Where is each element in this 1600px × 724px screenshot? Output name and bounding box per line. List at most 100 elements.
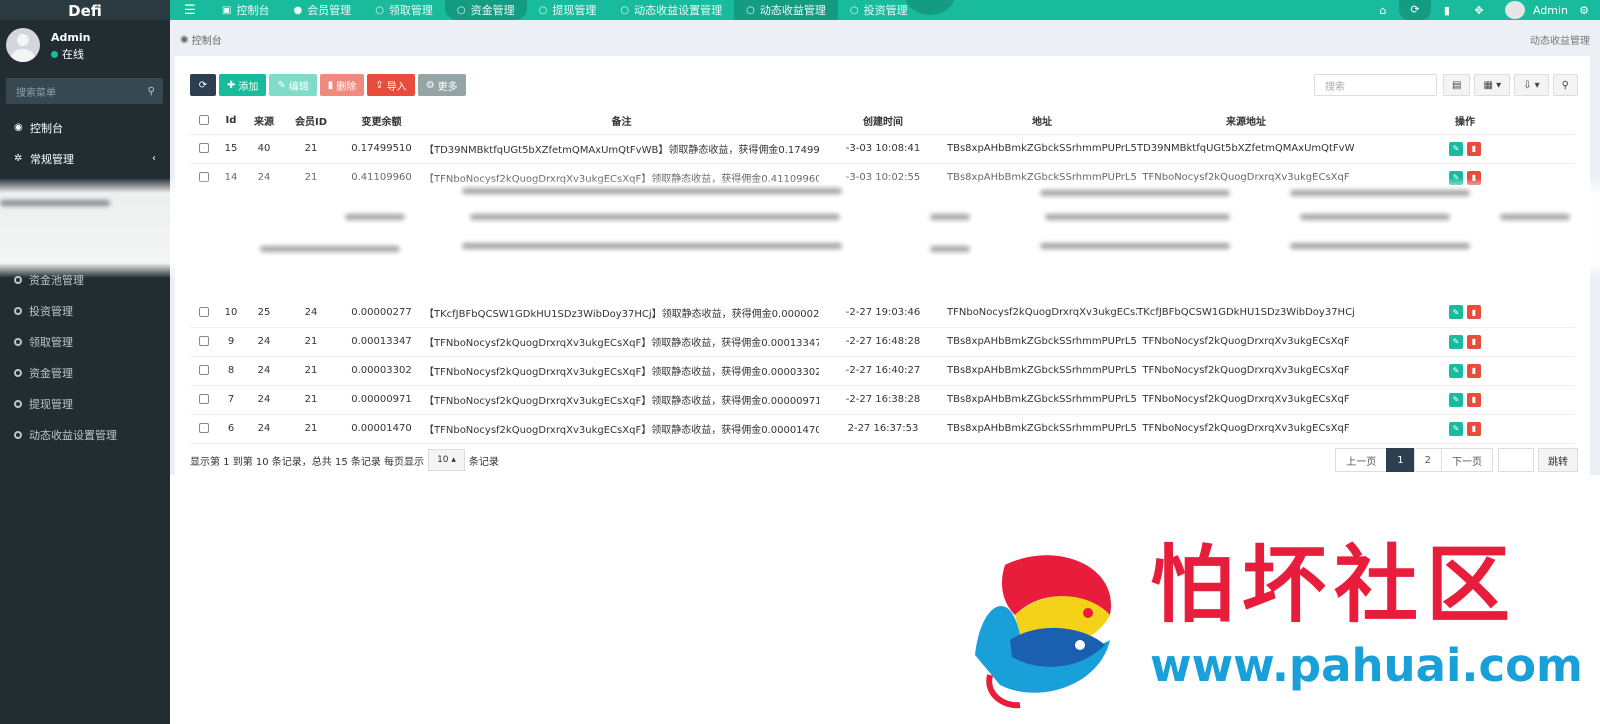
delete-row-button[interactable]: ▮ <box>1467 305 1481 320</box>
topbar-tools: ⌂ ⟳ ▮ ✥ Admin ⚙ <box>1367 0 1600 20</box>
blur-smear <box>1045 214 1230 220</box>
gear-icon[interactable]: ⚙ <box>1568 4 1600 17</box>
toggle-view-button[interactable]: ▤ <box>1442 74 1471 96</box>
circle-icon <box>14 368 22 377</box>
brand-logo[interactable]: Defi <box>0 0 170 20</box>
edit-row-button[interactable]: ✎ <box>1449 141 1463 156</box>
sidebar-item-dashboard[interactable]: ◉ 控制台 <box>0 112 170 143</box>
delete-row-button[interactable]: ▮ <box>1467 363 1481 378</box>
circle-icon: ○ <box>620 4 630 16</box>
delete-row-button[interactable]: ▮ <box>1467 334 1481 349</box>
edit-row-button[interactable]: ✎ <box>1449 363 1463 378</box>
sidebar-item-withdraw[interactable]: 提现管理 <box>0 388 170 419</box>
edit-row-button[interactable]: ✎ <box>1449 305 1463 320</box>
jump-page-input[interactable] <box>1498 448 1534 472</box>
col-source[interactable]: 来源 <box>245 108 283 135</box>
col-amount[interactable]: 变更余额 <box>339 108 424 135</box>
advanced-search-button[interactable]: ⚲ <box>1552 74 1578 96</box>
topnav-dynamic-income[interactable]: ○ 动态收益管理 <box>734 0 838 20</box>
row-checkbox[interactable] <box>198 394 209 404</box>
page-1-button[interactable]: 1 <box>1386 448 1415 472</box>
delete-row-button[interactable]: ▮ <box>1467 392 1481 407</box>
search-input[interactable]: 搜索 <box>1313 74 1437 96</box>
edit-row-button[interactable]: ✎ <box>1449 421 1463 436</box>
row-checkbox[interactable] <box>198 365 209 375</box>
col-created[interactable]: 创建时间 <box>819 108 947 135</box>
page-2-button[interactable]: 2 <box>1413 448 1442 472</box>
avatar[interactable] <box>1504 1 1525 19</box>
export-icon: ⇩ ▾ <box>1523 79 1540 91</box>
prev-page-button[interactable]: 上一页 <box>1335 448 1388 472</box>
col-note[interactable]: 备注 <box>424 108 819 135</box>
topnav-funds[interactable]: ○ 资金管理 <box>444 0 527 20</box>
more-button[interactable]: ⚙ 更多 <box>417 74 466 96</box>
blur-smear <box>470 214 840 220</box>
trash-icon[interactable]: ▮ <box>1431 4 1463 17</box>
edit-row-button[interactable]: ✎ <box>1449 392 1463 407</box>
sidebar-item-general[interactable]: ✲ 常规管理 ‹ <box>0 143 170 174</box>
refresh-icon[interactable]: ⟳ <box>1398 0 1431 20</box>
col-id[interactable]: Id <box>217 108 245 135</box>
refresh-icon: ⟳ <box>198 79 208 91</box>
admin-name[interactable]: Admin <box>1533 4 1568 17</box>
topnav-members[interactable]: ● 会员管理 <box>281 0 363 20</box>
row-checkbox[interactable] <box>198 143 209 153</box>
col-address[interactable]: 地址 <box>947 108 1137 135</box>
dashboard-icon: ◉ <box>180 33 189 45</box>
circle-icon <box>14 430 22 439</box>
add-button[interactable]: ✚ 添加 <box>219 74 267 96</box>
cogs-icon: ✲ <box>14 153 23 164</box>
edit-button[interactable]: ✎ 编辑 <box>269 74 317 96</box>
topnav-withdraw[interactable]: ○ 提现管理 <box>527 0 609 20</box>
row-checkbox[interactable] <box>198 423 209 433</box>
import-button[interactable]: ⇪ 导入 <box>367 74 415 96</box>
col-source-address[interactable]: 来源地址 <box>1137 108 1355 135</box>
edit-row-button[interactable]: ✎ <box>1449 334 1463 349</box>
page-size-select[interactable]: 10 ▴ <box>428 449 465 471</box>
user-name: Admin <box>51 31 91 44</box>
breadcrumb: ◉ 控制台 动态收益管理 <box>170 20 1600 58</box>
row-checkbox[interactable] <box>198 336 209 346</box>
sidebar-item-dynamic-settings[interactable]: 动态收益设置管理 <box>0 419 170 450</box>
row-checkbox[interactable] <box>198 306 209 317</box>
table-tools: 搜索 ▤ ▦ ▾ ⇩ ▾ ⚲ <box>1313 74 1578 96</box>
export-button[interactable]: ⇩ ▾ <box>1514 74 1549 96</box>
watermark-logo <box>975 555 1112 709</box>
delete-row-button[interactable]: ▮ <box>1467 141 1481 156</box>
columns-icon: ▦ ▾ <box>1483 79 1502 91</box>
search-icon[interactable]: ⚲ <box>148 86 155 97</box>
sidebar-menu-top: ◉ 控制台 ✲ 常规管理 ‹ <box>0 112 170 174</box>
col-actions: 操作 <box>1355 108 1575 135</box>
avatar <box>6 28 40 62</box>
select-all-checkbox[interactable] <box>198 115 209 126</box>
refresh-button[interactable]: ⟳ <box>190 74 216 96</box>
topnav-dynamic-settings[interactable]: ○ 动态收益设置管理 <box>608 0 734 20</box>
col-member-id[interactable]: 会员ID <box>283 108 339 135</box>
upload-icon: ⇪ <box>375 79 384 91</box>
jump-button[interactable]: 跳转 <box>1538 448 1578 472</box>
next-page-button[interactable]: 下一页 <box>1441 448 1493 472</box>
blur-smear <box>1040 243 1230 249</box>
table-row: 8 24 21 0.00003302 【TFNboNocysf2kQuogDrxrqXv… <box>190 356 1575 386</box>
delete-row-button[interactable]: ▮ <box>1467 421 1481 436</box>
breadcrumb-home[interactable]: ◉ 控制台 <box>180 32 222 47</box>
fullscreen-icon[interactable]: ✥ <box>1463 4 1495 17</box>
topnav-dashboard[interactable]: ▣ 控制台 <box>210 0 281 20</box>
topnav-claims[interactable]: ○ 领取管理 <box>363 0 445 20</box>
sidebar-item-funds[interactable]: 资金管理 <box>0 357 170 388</box>
sidebar-item-investments[interactable]: 投资管理 <box>0 295 170 326</box>
home-icon[interactable]: ⌂ <box>1367 4 1399 17</box>
sidebar-item-claims[interactable]: 领取管理 <box>0 326 170 357</box>
plus-icon: ✚ <box>227 79 236 91</box>
menu-toggle-icon[interactable]: ☰ <box>170 0 210 20</box>
table-row: 7 24 21 0.00000971 【TFNboNocysf2kQuogDrxrqXv… <box>190 385 1575 415</box>
sidebar-search-input[interactable]: 搜索菜单 ⚲ <box>6 78 163 104</box>
delete-button[interactable]: ▮ 删除 <box>319 74 365 96</box>
status-badge: 在线 <box>51 46 84 62</box>
columns-button[interactable]: ▦ ▾ <box>1474 74 1511 96</box>
circle-icon: ○ <box>746 4 755 16</box>
search-icon: ⚲ <box>1561 79 1569 91</box>
table-icon: ▤ <box>1451 79 1462 91</box>
table-row: 15 40 21 0.17499510 【TD39NMBktfqUGt5bXZfetmQ… <box>190 134 1575 164</box>
table-row: 9 24 21 0.00013347 【TFNboNocysf2kQuogDrxrqXv… <box>190 327 1575 357</box>
